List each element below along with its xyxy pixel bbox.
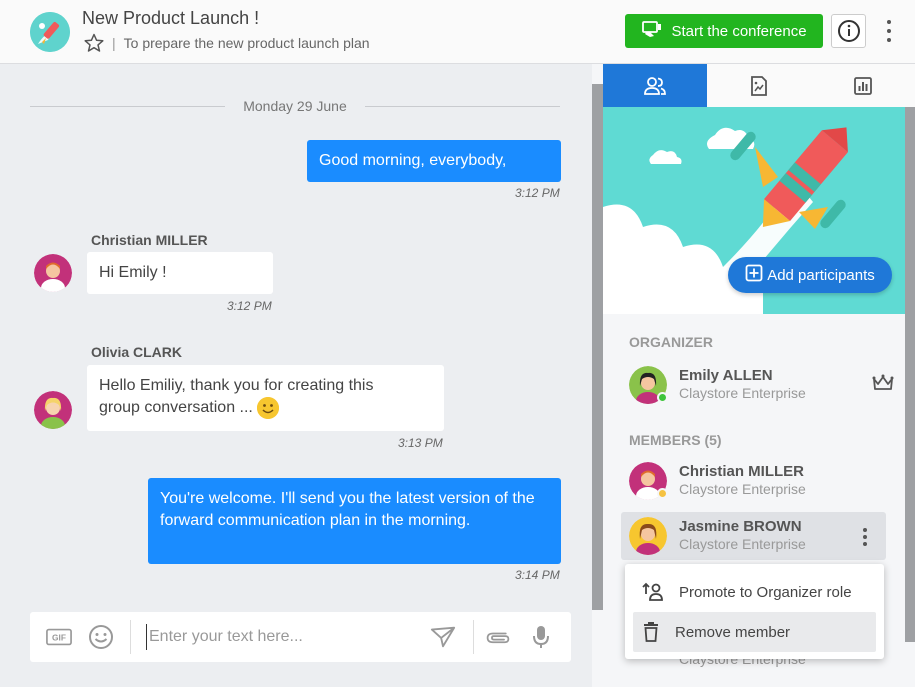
emoji-icon[interactable]: [88, 624, 114, 650]
tab-files[interactable]: [707, 64, 811, 107]
member-options-icon[interactable]: [861, 526, 869, 548]
member-christian-miller[interactable]: Christian MILLER Claystore Enterprise: [621, 457, 886, 505]
add-square-icon: [745, 264, 763, 286]
message-time: 3:12 PM: [515, 186, 560, 200]
member-jasmine-brown[interactable]: Jasmine BROWN Claystore Enterprise: [621, 512, 886, 560]
start-conference-label: Start the conference: [671, 22, 807, 40]
start-conference-button[interactable]: Start the conference: [625, 14, 823, 48]
message-time: 3:13 PM: [398, 436, 443, 450]
member-name: Christian MILLER: [679, 463, 805, 480]
conversation-title: New Product Launch !: [82, 8, 260, 28]
promote-organizer-label: Promote to Organizer role: [679, 583, 852, 601]
gif-icon[interactable]: GIF: [46, 624, 72, 650]
attachment-icon[interactable]: [485, 624, 511, 650]
conference-icon: [641, 20, 663, 42]
away-status-icon: [657, 488, 668, 499]
member-organization: Claystore Enterprise: [679, 481, 806, 497]
panel-tabs: [603, 64, 915, 107]
conversation-description: To prepare the new product launch plan: [123, 35, 370, 51]
info-button[interactable]: [831, 14, 866, 48]
member-context-menu: Promote to Organizer role Remove member: [625, 564, 884, 659]
date-divider: Monday 29 June: [30, 98, 560, 114]
panel-scrollbar[interactable]: [905, 107, 915, 642]
message-time: 3:14 PM: [515, 568, 560, 582]
conversation-logo: [30, 12, 70, 52]
trash-icon: [644, 622, 658, 642]
send-icon[interactable]: [430, 624, 456, 650]
conversation-subtitle: | To prepare the new product launch plan: [84, 33, 370, 53]
add-participants-label: Add participants: [767, 266, 875, 284]
conversation-banner: Add participants: [603, 107, 905, 314]
message-sender: Christian MILLER: [91, 232, 208, 248]
message-bubble-incoming: Hi Emily !: [87, 252, 273, 294]
message-bubble-incoming: Hello Emiliy, thank you for creating thi…: [87, 365, 444, 431]
chat-scrollbar[interactable]: [592, 84, 603, 610]
message-composer: GIF: [30, 612, 571, 662]
member-organization: Claystore Enterprise: [679, 385, 806, 401]
microphone-icon[interactable]: [528, 624, 554, 650]
file-icon: [751, 75, 767, 96]
star-icon[interactable]: [84, 33, 104, 53]
message-input[interactable]: [146, 624, 426, 650]
add-participants-button[interactable]: Add participants: [728, 257, 892, 293]
remove-member-menu-item[interactable]: Remove member: [633, 612, 876, 652]
members-section-label: MEMBERS (5): [629, 432, 722, 448]
member-name: Emily ALLEN: [679, 367, 773, 384]
promote-organizer-menu-item[interactable]: Promote to Organizer role: [633, 572, 876, 612]
online-status-icon: [657, 392, 668, 403]
member-organization: Claystore Enterprise: [679, 536, 806, 552]
subtitle-separator: |: [112, 35, 116, 51]
conversation-header: New Product Launch ! | To prepare the ne…: [0, 0, 915, 64]
remove-member-label: Remove member: [675, 623, 791, 641]
chart-icon: [854, 76, 872, 95]
tab-participants[interactable]: [603, 64, 707, 107]
tab-statistics[interactable]: [811, 64, 915, 107]
message-time: 3:12 PM: [227, 299, 272, 313]
participants-icon: [644, 76, 666, 95]
crown-icon: [871, 373, 895, 393]
info-icon: [837, 20, 860, 42]
message-text-line: Hello Emiliy, thank you for creating thi…: [99, 377, 374, 394]
message-bubble-outgoing: You're welcome. I'll send you the latest…: [148, 478, 561, 564]
date-label: Monday 29 June: [243, 98, 347, 114]
member-emily-allen[interactable]: Emily ALLEN Claystore Enterprise: [621, 361, 894, 409]
avatar-olivia-clark: [34, 391, 72, 429]
organizer-section-label: ORGANIZER: [629, 334, 713, 350]
member-name: Jasmine BROWN: [679, 518, 802, 535]
message-sender: Olivia CLARK: [91, 344, 183, 360]
promote-icon: [642, 582, 663, 601]
avatar-jasmine-brown: [629, 517, 667, 555]
gif-icon-label: GIF: [52, 633, 66, 643]
message-text-line: group conversation ...: [99, 399, 253, 417]
smile-emoji-icon: [257, 397, 280, 419]
chat-area: Monday 29 June Good morning, everybody, …: [0, 64, 592, 687]
avatar-christian-miller: [34, 254, 72, 292]
message-bubble-outgoing: Good morning, everybody,: [307, 140, 561, 182]
more-options-icon[interactable]: [880, 18, 898, 44]
